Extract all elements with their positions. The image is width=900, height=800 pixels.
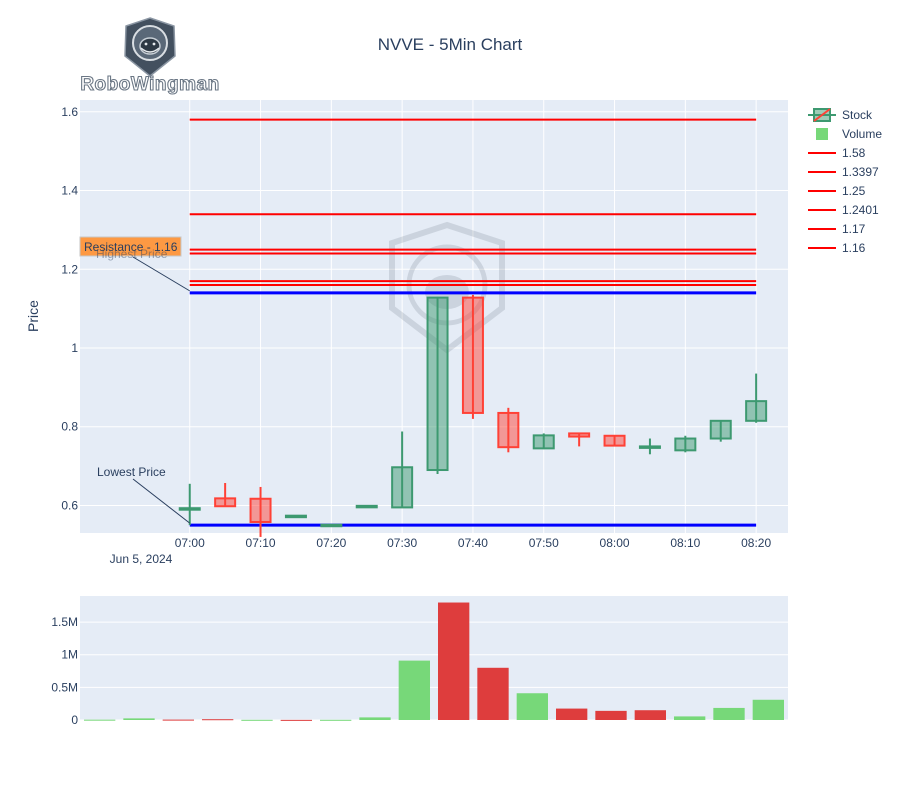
legend-item[interactable]: 1.58 [808,146,866,160]
candle-body [214,497,237,508]
y-axis-title: Price [25,300,41,332]
robowingman-logo: RoboWingman [80,17,220,96]
legend-item[interactable]: Stock [808,108,873,122]
x-date-label: Jun 5, 2024 [110,552,173,566]
legend-label: 1.25 [842,184,866,198]
volume-bar [320,719,352,721]
volume-bar [752,699,784,720]
candle-body [568,432,591,438]
volume-bar [556,708,588,720]
legend-label: Stock [842,108,873,122]
legend-item[interactable]: 1.3397 [808,165,879,179]
price-y-tick-label: 1.2 [61,262,78,276]
candle-body [355,504,378,509]
volume-y-ticks: 0 0.5M 1M 1.5M [51,615,78,727]
volume-bar [162,719,194,721]
legend-item[interactable]: 1.2401 [808,203,879,217]
x-tick-label: 08:20 [741,536,771,550]
legend-volume-icon [816,128,828,140]
volume-bar [84,719,116,721]
candle-body [391,466,414,509]
candle-body [497,411,520,449]
legend-item[interactable]: 1.16 [808,241,866,255]
volume-bar [280,719,312,721]
legend-label: 1.3397 [842,165,879,179]
x-ticks: 07:00 07:10 07:20 07:30 07:40 07:50 08:00 08:10… [175,536,772,550]
legend-label: 1.2401 [842,203,879,217]
volume-bar [202,719,234,721]
volume-bar [241,719,273,721]
candle-body [320,523,343,528]
logo-text: RoboWingman [80,74,219,95]
volume-bar [477,667,509,720]
volume-y-tick-label: 1.5M [51,615,78,629]
price-y-tick-label: 1.6 [61,105,78,119]
candle-body [745,400,768,422]
candle-body [709,419,732,440]
legend-label: Volume [842,127,882,141]
price-y-tick-label: 0.6 [61,498,78,512]
x-tick-label: 08:10 [670,536,700,550]
legend-item[interactable]: 1.25 [808,184,866,198]
highest-price-annotation-text: Highest Price [96,247,168,261]
x-tick-label: 08:00 [600,536,630,550]
price-y-ticks: 0.6 0.8 1 1.2 1.4 1.6 [61,105,78,513]
volume-y-tick-label: 1M [61,648,78,662]
chart: RoboWingman NVVE - 5Min Chart Resistance… [25,17,882,727]
candle-body [426,296,449,472]
legend-item[interactable]: Volume [816,127,882,141]
legend-item[interactable]: 1.17 [808,222,866,236]
x-tick-label: 07:10 [246,536,276,550]
price-y-tick-label: 0.8 [61,420,78,434]
volume-bar [713,707,745,720]
volume-bar [123,718,155,720]
candle-body [638,445,661,449]
price-y-tick-label: 1 [71,341,78,355]
volume-y-tick-label: 0.5M [51,680,78,694]
candle-body [532,434,555,450]
volume-y-tick-label: 0 [71,713,78,727]
candle-body [178,507,201,511]
candle-body [461,296,484,414]
candle-body [249,497,272,523]
volume-bar [595,710,627,720]
volume-bar [398,660,430,720]
legend-label: 1.17 [842,222,866,236]
volume-bar [634,710,666,720]
astronaut-helmet-icon [124,17,176,77]
x-tick-label: 07:40 [458,536,488,550]
volume-bar [516,693,548,720]
volume-bar [438,602,470,720]
x-tick-label: 07:20 [316,536,346,550]
candle-body [284,514,307,519]
lowest-price-annotation-text: Lowest Price [97,465,166,479]
volume-plot-area [80,596,788,720]
legend-label: 1.58 [842,146,866,160]
chart-title: NVVE - 5Min Chart [378,35,523,54]
legend-label: 1.16 [842,241,866,255]
legend[interactable]: Stock Volume 1.58 1.3397 1.25 1.2401 1.17 1.16 [808,108,882,255]
volume-bar [674,716,706,720]
x-tick-label: 07:50 [529,536,559,550]
candle-body [603,434,626,447]
x-tick-label: 07:00 [175,536,205,550]
price-y-tick-label: 1.4 [61,184,78,198]
volume-bar [359,717,391,720]
candle-body [674,437,697,452]
x-tick-label: 07:30 [387,536,417,550]
